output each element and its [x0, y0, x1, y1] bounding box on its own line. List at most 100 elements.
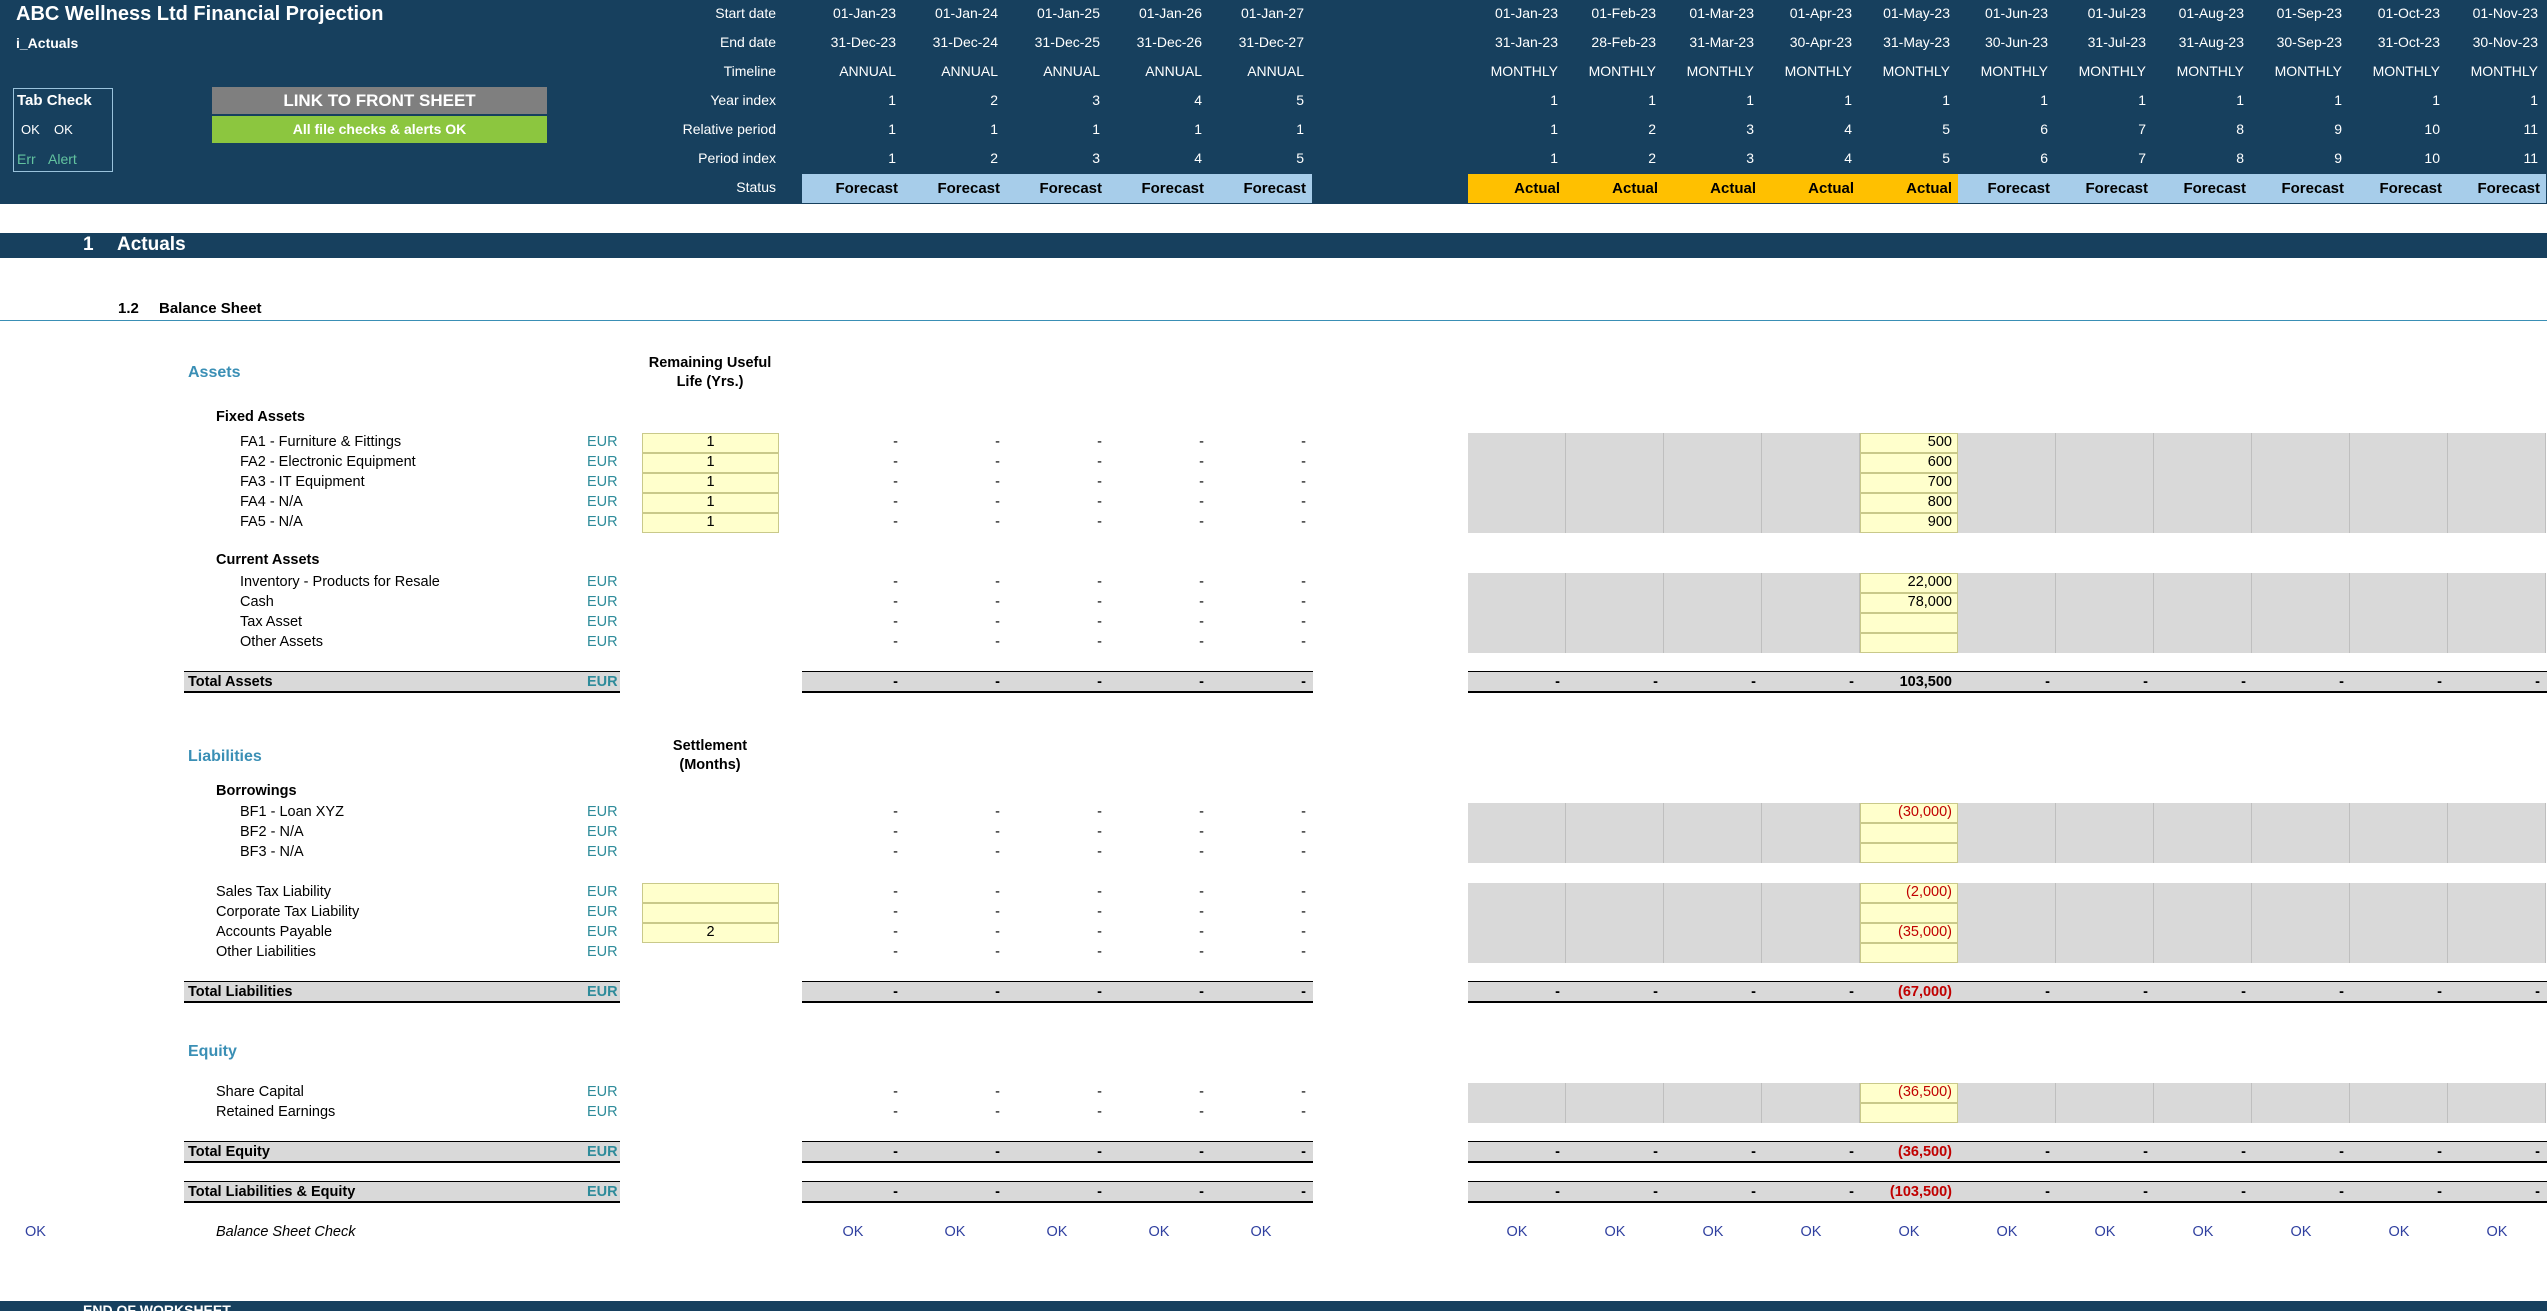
row-label: FA1 - Furniture & Fittings	[240, 434, 402, 450]
monthly-grey-cell	[1664, 843, 1762, 863]
monthly-grey-cell	[1664, 433, 1762, 453]
annual-value-cell: -	[1097, 804, 1102, 820]
monthly-grey-cell	[1566, 823, 1664, 843]
monthly-input-value: 22,000	[1907, 574, 1952, 590]
monthly-input-value: 800	[1927, 494, 1952, 510]
monthly-grey-cell	[1468, 843, 1566, 863]
monthly-grey-cell	[1468, 593, 1566, 613]
monthly-grey-cell	[1468, 943, 1566, 963]
annual-value-cell: -	[995, 454, 1000, 470]
annual-value-cell: -	[893, 674, 898, 690]
annual-value-cell: -	[1199, 944, 1204, 960]
monthly-input-cell[interactable]	[1860, 633, 1958, 653]
monthly-total-value: -	[2143, 1184, 2148, 1200]
monthly-grey-cell	[2350, 433, 2448, 453]
monthly-input-value: 78,000	[1907, 594, 1952, 610]
link-to-front-sheet-button[interactable]: LINK TO FRONT SHEET	[212, 87, 547, 114]
monthly-timeline-cell: MONTHLY	[1490, 63, 1558, 79]
row-label: BF2 - N/A	[240, 824, 304, 840]
monthly-relative-cell: 7	[2138, 121, 2146, 137]
monthly-relative-cell: 9	[2334, 121, 2342, 137]
monthly-total-value: -	[1751, 1184, 1756, 1200]
row-label: Sales Tax Liability	[216, 884, 331, 900]
annual-value-cell: -	[1097, 614, 1102, 630]
check-ok-cell: OK	[944, 1224, 966, 1240]
monthly-grey-cell	[2252, 513, 2350, 533]
monthly-input-cell[interactable]	[1860, 843, 1958, 863]
monthly-end-cell: 30-Sep-23	[2276, 34, 2342, 50]
annual-value-cell: -	[1199, 474, 1204, 490]
annual-start-cell: 01-Jan-23	[832, 5, 896, 21]
assets-title: Assets	[188, 364, 241, 381]
annual-value-cell: -	[995, 494, 1000, 510]
monthly-input-cell[interactable]	[1860, 613, 1958, 633]
total-equity-unit: EUR	[587, 1144, 618, 1160]
monthly-total-value: (103,500)	[1889, 1184, 1952, 1200]
monthly-input-cell[interactable]	[1860, 1103, 1958, 1123]
annual-value-cell: -	[1097, 474, 1102, 490]
monthly-year-index-cell: 1	[1746, 92, 1754, 108]
monthly-year-index-cell: 1	[1942, 92, 1950, 108]
check-ok-cell: OK	[1702, 1224, 1724, 1240]
monthly-timeline-cell: MONTHLY	[2274, 63, 2342, 79]
monthly-grey-cell	[1762, 593, 1860, 613]
unit-label: EUR	[587, 844, 618, 860]
monthly-grey-cell	[2154, 803, 2252, 823]
monthly-grey-cell	[2350, 493, 2448, 513]
monthly-total-value: -	[2045, 984, 2050, 1000]
monthly-grey-cell	[1958, 453, 2056, 473]
subsection-number: 1.2	[118, 300, 139, 317]
monthly-end-cell: 31-Mar-23	[1689, 34, 1754, 50]
monthly-total-value: -	[1653, 1144, 1658, 1160]
monthly-end-cell: 30-Apr-23	[1789, 34, 1852, 50]
monthly-timeline-cell: MONTHLY	[2176, 63, 2244, 79]
annual-value-cell: -	[893, 514, 898, 530]
monthly-grey-cell	[1566, 613, 1664, 633]
monthly-input-value: (2,000)	[1906, 884, 1952, 900]
monthly-grey-cell	[2154, 613, 2252, 633]
annual-value-cell: -	[1097, 1144, 1102, 1160]
monthly-input-cell[interactable]	[1860, 823, 1958, 843]
monthly-grey-cell	[2154, 1083, 2252, 1103]
annual-value-cell: -	[1097, 634, 1102, 650]
annual-year-index-cell: 2	[990, 92, 998, 108]
monthly-input-cell[interactable]	[1860, 903, 1958, 923]
borrowings-title: Borrowings	[216, 783, 297, 799]
check-ok-cell: OK	[842, 1224, 864, 1240]
monthly-grey-cell	[1958, 823, 2056, 843]
monthly-grey-cell	[2350, 453, 2448, 473]
header-label: Relative period	[682, 121, 776, 137]
monthly-total-value: -	[2437, 1144, 2442, 1160]
annual-value-cell: -	[893, 804, 898, 820]
unit-label: EUR	[587, 884, 618, 900]
monthly-total-value: -	[1555, 674, 1560, 690]
monthly-grey-cell	[2056, 493, 2154, 513]
monthly-grey-cell	[1664, 593, 1762, 613]
monthly-relative-cell: 10	[2424, 121, 2440, 137]
monthly-timeline-cell: MONTHLY	[1882, 63, 1950, 79]
monthly-grey-cell	[1762, 493, 1860, 513]
monthly-grey-cell	[2154, 903, 2252, 923]
total-liabilities-equity-unit: EUR	[587, 1184, 618, 1200]
unit-label: EUR	[587, 474, 618, 490]
monthly-grey-cell	[2154, 633, 2252, 653]
monthly-grey-cell	[1762, 1083, 1860, 1103]
annual-year-index-cell: 3	[1092, 92, 1100, 108]
monthly-input-cell[interactable]	[1860, 943, 1958, 963]
annual-value-cell: -	[1199, 614, 1204, 630]
input-cell[interactable]	[642, 903, 779, 923]
check-ok-cell: OK	[2192, 1224, 2214, 1240]
annual-value-cell: -	[893, 474, 898, 490]
file-checks-status-button[interactable]: All file checks & alerts OK	[212, 116, 547, 143]
annual-timeline-cell: ANNUAL	[1247, 63, 1304, 79]
annual-period-index-cell: 3	[1092, 150, 1100, 166]
monthly-grey-cell	[1566, 473, 1664, 493]
monthly-grey-cell	[2056, 843, 2154, 863]
annual-year-index-cell: 1	[888, 92, 896, 108]
input-cell[interactable]	[642, 883, 779, 903]
monthly-grey-cell	[2350, 943, 2448, 963]
monthly-grey-cell	[1566, 593, 1664, 613]
row-label: Cash	[240, 594, 274, 610]
check-ok-cell: OK	[2290, 1224, 2312, 1240]
monthly-grey-cell	[2448, 803, 2546, 823]
